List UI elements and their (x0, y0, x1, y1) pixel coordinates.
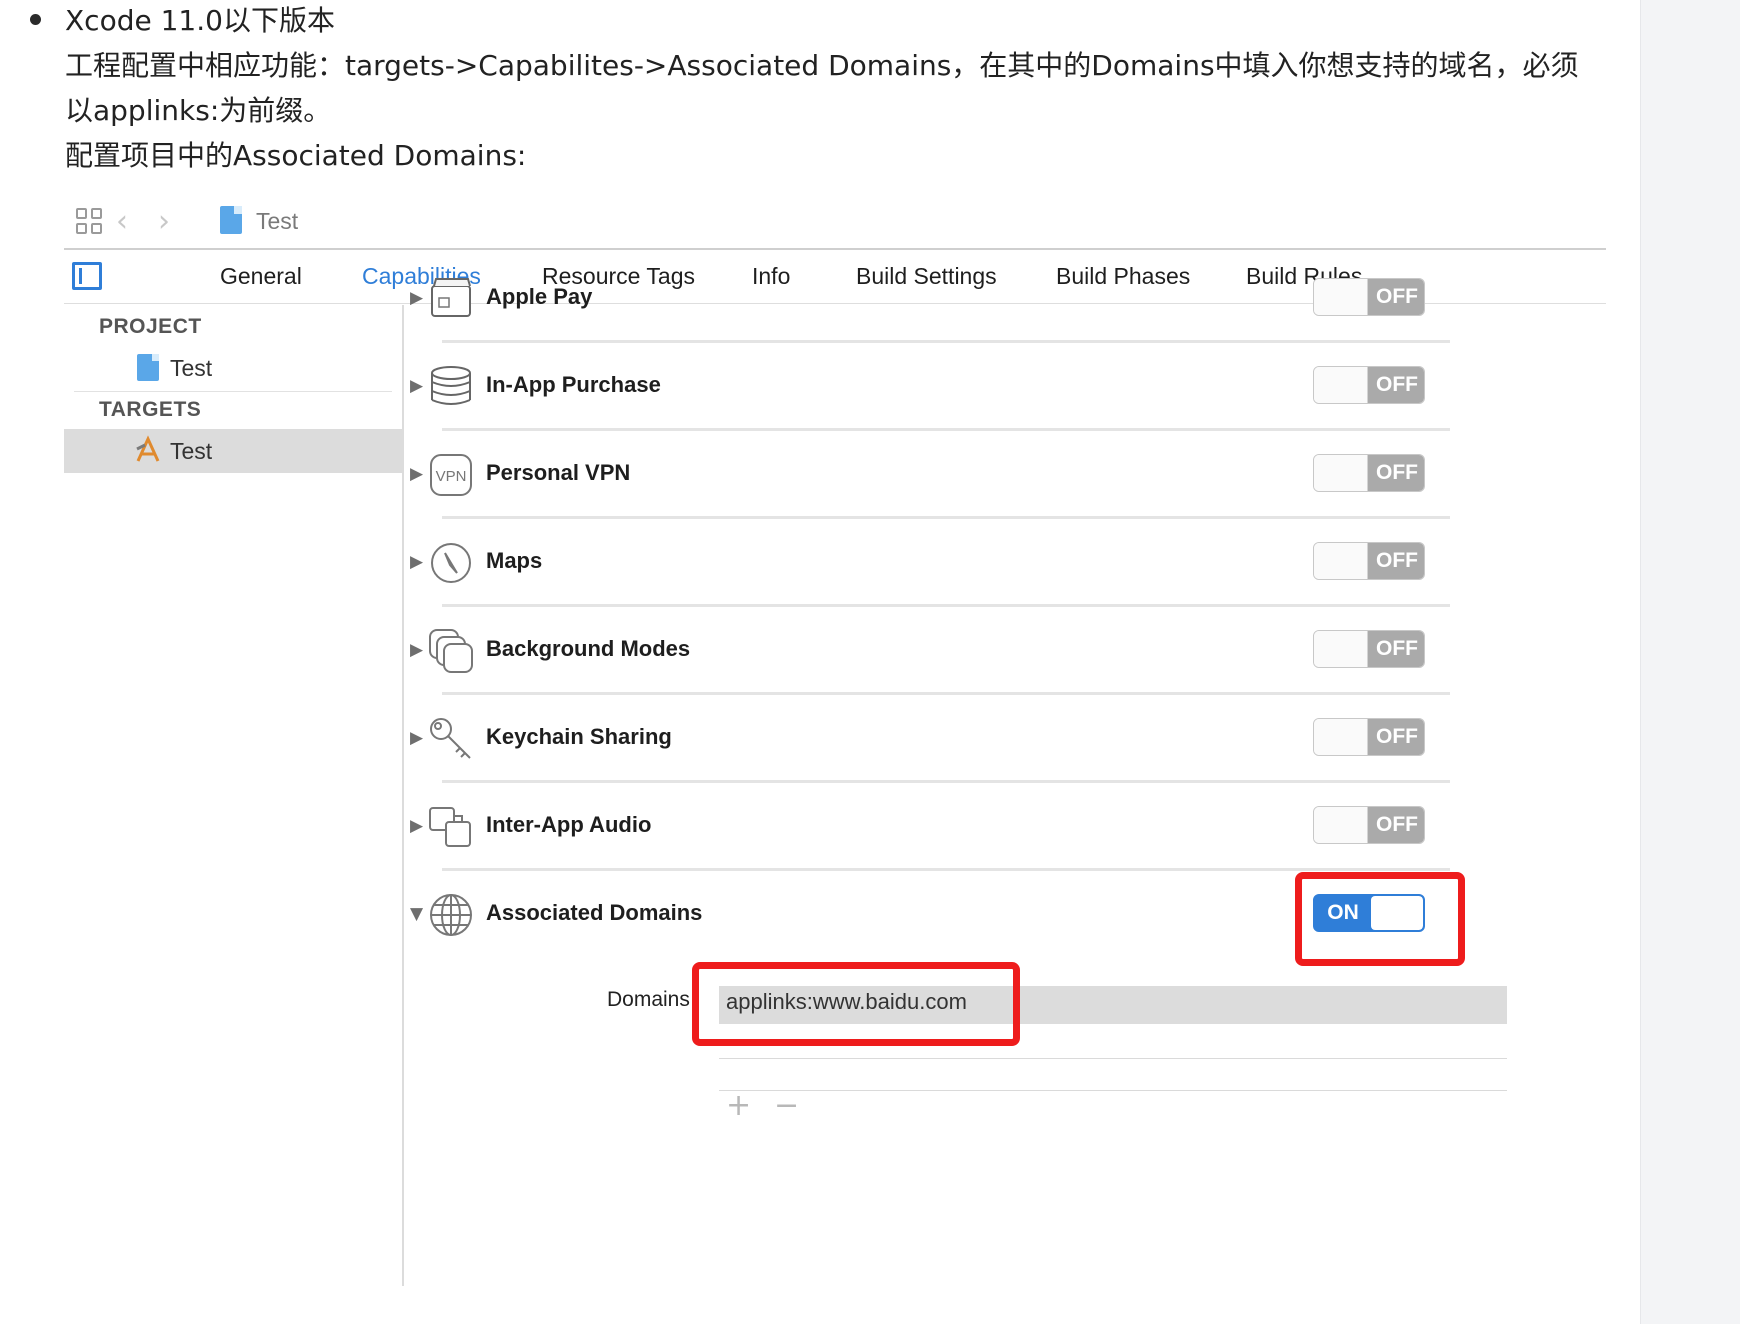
toggle-knob (1314, 279, 1368, 315)
related-items-grid-icon[interactable] (76, 208, 104, 236)
toggle-state: OFF (1368, 543, 1424, 579)
row-divider (442, 868, 1450, 871)
navigator-item-project[interactable]: Test (64, 346, 402, 390)
article-paragraph-line-2: 以applinks:为前缀。 (65, 94, 332, 127)
layers-icon (429, 629, 473, 673)
coins-icon (431, 366, 471, 405)
sidebar-toggle-icon[interactable] (72, 262, 102, 290)
disclosure-triangle-icon[interactable]: ▶ (410, 728, 423, 748)
forward-chevron-icon[interactable]: › (158, 204, 170, 239)
toggle-state: OFF (1368, 807, 1424, 843)
project-file-icon (220, 206, 242, 234)
article-caption: 配置项目中的Associated Domains: (65, 139, 527, 172)
row-divider (442, 692, 1450, 695)
toggle-knob (1314, 367, 1368, 403)
row-divider (442, 604, 1450, 607)
capability-label: Personal VPN (486, 460, 631, 485)
back-chevron-icon[interactable]: ‹ (116, 204, 128, 239)
capability-row-apple-pay: ▶ Apple Pay (404, 276, 1472, 372)
capability-row-keychain-sharing: ▶ Keychain Sharing (404, 716, 1472, 812)
jump-bar-title[interactable]: Test (256, 208, 298, 235)
capability-label: Keychain Sharing (486, 724, 672, 749)
disclosure-triangle-icon[interactable]: ▶ (410, 640, 423, 660)
toggle-state: OFF (1368, 367, 1424, 403)
wallet-icon (431, 278, 471, 317)
tab-general[interactable]: General (220, 263, 302, 290)
remove-domain-button[interactable]: − (774, 1088, 799, 1123)
toggle-state: OFF (1368, 719, 1424, 755)
maps-toggle[interactable]: OFF (1313, 542, 1425, 580)
keychain-sharing-toggle[interactable]: OFF (1313, 718, 1425, 756)
xcode-screenshot: ‹ › Test General Capabilities Resource T… (64, 196, 1606, 1286)
targets-section-header: TARGETS (99, 398, 202, 421)
disclosure-triangle-expanded-icon[interactable]: ▼ (410, 904, 423, 924)
personal-vpn-toggle[interactable]: OFF (1313, 454, 1425, 492)
disclosure-triangle-icon[interactable]: ▶ (410, 288, 423, 308)
article-heading: Xcode 11.0以下版本 (65, 4, 335, 37)
capability-row-in-app-purchase: ▶ In-App Purchase (404, 364, 1472, 460)
capability-label: Inter-App Audio (486, 812, 652, 837)
navigator-item-label: Test (170, 355, 213, 381)
vpn-icon: VPN (430, 454, 472, 496)
toggle-knob (1314, 719, 1368, 755)
project-navigator: PROJECT Test TARGETS Test (64, 305, 404, 1286)
article-paragraph-line-1: 工程配置中相应功能：targets->Capabilites->Associat… (65, 49, 1579, 82)
capability-label: Background Modes (486, 636, 691, 661)
disclosure-triangle-icon[interactable]: ▶ (410, 552, 423, 572)
compass-icon (431, 543, 471, 583)
toggle-knob (1314, 543, 1368, 579)
list-bullet (30, 14, 41, 25)
xcode-toolbar: ‹ › Test (64, 196, 1606, 248)
vpn-icon-text: VPN (436, 468, 467, 485)
toggle-state: OFF (1368, 279, 1424, 315)
navigator-item-target[interactable]: Test (64, 429, 402, 473)
capability-row-background-modes: ▶ Background Modes (404, 628, 1472, 724)
toggle-knob (1314, 807, 1368, 843)
list-row-divider (719, 1090, 1507, 1091)
globe-icon (430, 894, 472, 936)
list-row-divider (719, 1058, 1507, 1059)
project-file-icon (137, 354, 159, 381)
project-section-header: PROJECT (99, 315, 202, 338)
capability-label: Apple Pay (486, 284, 593, 309)
capability-label: In-App Purchase (486, 372, 661, 397)
audio-icon (429, 807, 471, 847)
capability-label: Associated Domains (486, 900, 703, 925)
navigator-divider (74, 391, 392, 392)
row-divider (442, 340, 1450, 343)
toggle-knob (1314, 631, 1368, 667)
domain-highlight-box (692, 962, 1020, 1046)
toggle-state: OFF (1368, 631, 1424, 667)
row-divider (442, 780, 1450, 783)
key-icon (430, 718, 471, 759)
capability-row-maps: ▶ Maps (404, 540, 1472, 636)
disclosure-triangle-icon[interactable]: ▶ (410, 376, 423, 396)
row-divider (442, 516, 1450, 519)
capability-row-personal-vpn: ▶ VPN Personal VPN (404, 452, 1472, 548)
background-modes-toggle[interactable]: OFF (1313, 630, 1425, 668)
toggle-highlight-box (1295, 872, 1465, 966)
add-domain-button[interactable]: + (726, 1088, 751, 1123)
inter-app-audio-toggle[interactable]: OFF (1313, 806, 1425, 844)
apple-pay-toggle[interactable]: OFF (1313, 278, 1425, 316)
capability-label: Maps (486, 548, 543, 573)
page-right-gutter (1640, 0, 1740, 1324)
toggle-knob (1314, 455, 1368, 491)
row-divider (442, 428, 1450, 431)
in-app-purchase-toggle[interactable]: OFF (1313, 366, 1425, 404)
disclosure-triangle-icon[interactable]: ▶ (410, 816, 423, 836)
domains-label: Domains (607, 988, 690, 1011)
disclosure-triangle-icon[interactable]: ▶ (410, 464, 423, 484)
toggle-state: OFF (1368, 455, 1424, 491)
app-target-icon (136, 435, 160, 462)
navigator-item-label: Test (170, 438, 213, 464)
